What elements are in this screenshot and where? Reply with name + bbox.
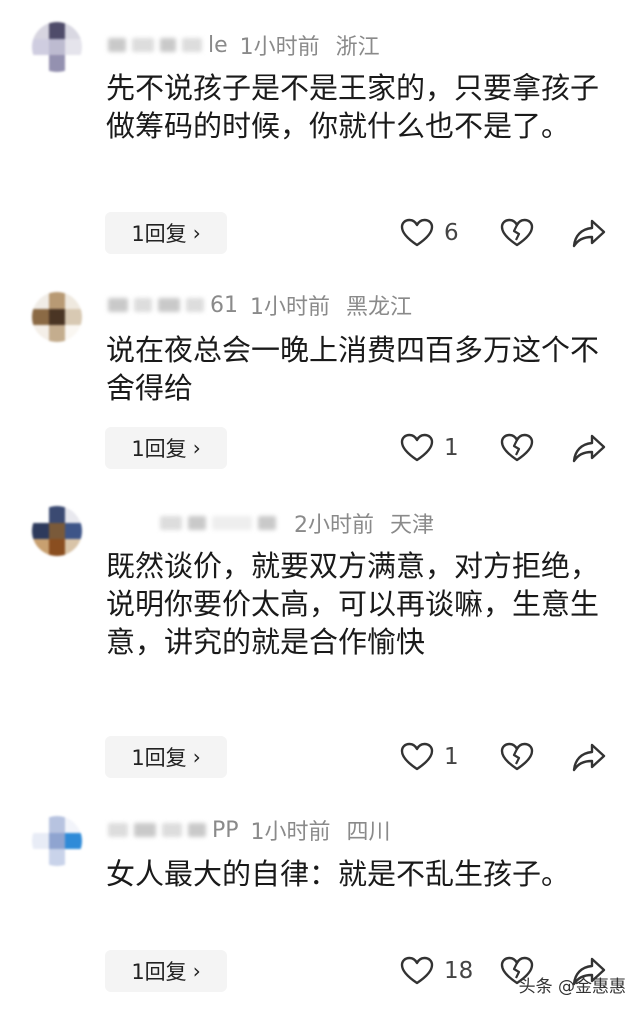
comment-location: 天津 [390,513,435,538]
dislike-button[interactable] [500,742,572,772]
comment-time: 1小时前 [250,820,331,845]
reply-label: 1回复 [131,437,187,461]
watermark: 头条 @金惠惠 [518,977,626,997]
username-tail[interactable]: le [208,33,228,58]
share-button[interactable] [572,218,606,248]
like-button[interactable]: 1 [400,433,500,463]
comment-location: 浙江 [335,35,380,60]
comment-actions: 1 [400,736,620,778]
like-button[interactable]: 6 [400,218,500,248]
avatar[interactable] [32,506,82,556]
comment-meta: PP 1小时前 四川 [108,815,391,845]
username-blurred[interactable] [108,298,204,312]
broken-heart-icon [500,218,534,247]
username-tail[interactable]: PP [212,818,239,843]
comment-text: 女人最大的自律：就是不乱生孩子。 [106,857,571,891]
share-arrow-icon [572,434,606,463]
comment-actions: 1 [400,427,620,469]
comment-meta: 61 1小时前 黑龙江 [108,290,412,320]
heart-outline-icon [400,433,434,462]
heart-outline-icon [400,956,434,985]
comment-meta: 2小时前 天津 [108,508,434,538]
username-blurred[interactable] [108,823,206,837]
comment-time: 1小时前 [250,295,330,320]
dislike-button[interactable] [500,218,572,248]
dislike-button[interactable] [500,433,572,463]
username-tail[interactable]: 61 [210,293,238,318]
comment-time: 1小时前 [239,35,320,60]
reply-button[interactable]: 1回复 › [105,427,227,469]
reply-label: 1回复 [131,746,187,770]
username-blurred[interactable] [160,516,276,530]
share-arrow-icon [572,219,606,248]
comment-location: 黑龙江 [346,295,413,320]
like-count: 1 [444,435,459,461]
like-count: 18 [444,958,474,984]
chevron-right-icon: › [192,221,201,245]
comment-location: 四川 [346,820,391,845]
share-button[interactable] [572,742,606,772]
comment-meta: le 1小时前 浙江 [108,30,380,60]
avatar[interactable] [32,292,82,342]
like-button[interactable]: 1 [400,742,500,772]
avatar[interactable] [32,22,82,72]
avatar[interactable] [32,816,82,866]
like-button[interactable]: 18 [400,956,500,986]
broken-heart-icon [500,433,534,462]
reply-button[interactable]: 1回复 › [105,212,227,254]
chevron-right-icon: › [192,436,201,460]
comment-time: 2小时前 [294,513,374,538]
share-button[interactable] [572,433,606,463]
heart-outline-icon [400,218,434,247]
comment-text: 先不说孩子是不是王家的，只要拿孩子做筹码的时候，你就什么也不是了。 [106,71,600,143]
username-blurred[interactable] [108,38,202,52]
reply-button[interactable]: 1回复 › [105,736,227,778]
chevron-right-icon: › [192,959,201,983]
comment-text: 说在夜总会一晚上消费四百多万这个不舍得给 [106,333,600,405]
reply-label: 1回复 [131,222,187,246]
broken-heart-icon [500,742,534,771]
heart-outline-icon [400,742,434,771]
reply-label: 1回复 [131,960,187,984]
reply-button[interactable]: 1回复 › [105,950,227,992]
like-count: 6 [444,220,459,246]
share-arrow-icon [572,743,606,772]
comment-text: 既然谈价，就要双方满意，对方拒绝，说明你要价太高，可以再谈嘛，生意生意，讲究的就… [106,549,600,659]
chevron-right-icon: › [192,745,201,769]
like-count: 1 [444,744,459,770]
comment-actions: 6 [400,212,620,254]
